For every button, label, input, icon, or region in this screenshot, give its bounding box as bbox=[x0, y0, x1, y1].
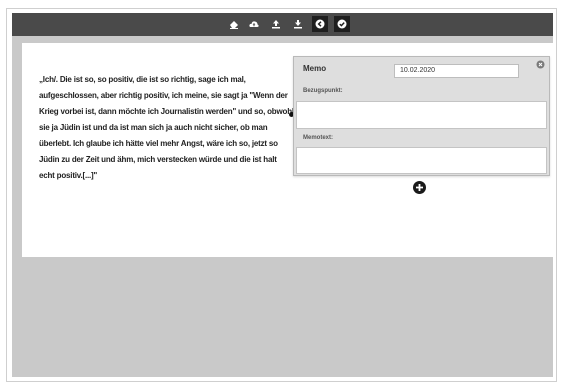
upload-icon bbox=[272, 20, 280, 29]
download-button[interactable] bbox=[290, 16, 306, 32]
arrow-left-circle-icon bbox=[315, 19, 325, 29]
add-memo-button[interactable] bbox=[413, 181, 426, 194]
eraser-button[interactable] bbox=[226, 16, 242, 32]
upload-button[interactable] bbox=[268, 16, 284, 32]
reference-label: Bezugspunkt: bbox=[303, 88, 343, 94]
reference-input[interactable] bbox=[296, 101, 547, 129]
eraser-icon bbox=[230, 21, 238, 29]
cloud-upload-icon bbox=[249, 21, 259, 27]
memotext-input[interactable] bbox=[296, 147, 547, 174]
cloud-upload-button[interactable] bbox=[246, 16, 262, 32]
check-circle-icon bbox=[337, 19, 347, 29]
download-icon bbox=[294, 20, 302, 29]
memo-date-field[interactable]: 10.02.2020 bbox=[394, 64, 519, 78]
confirm-button[interactable] bbox=[334, 16, 350, 32]
close-icon[interactable] bbox=[536, 60, 545, 69]
memo-panel: Memo 10.02.2020 Bezugspunkt: Memotext: bbox=[293, 56, 550, 176]
back-button[interactable] bbox=[312, 16, 328, 32]
memo-title: Memo bbox=[303, 64, 327, 73]
toolbar bbox=[12, 13, 553, 36]
document-quote[interactable]: „Ich/. Die ist so, so positiv, die ist s… bbox=[39, 72, 294, 184]
plus-icon bbox=[416, 184, 423, 191]
memotext-label: Memotext: bbox=[303, 135, 334, 141]
